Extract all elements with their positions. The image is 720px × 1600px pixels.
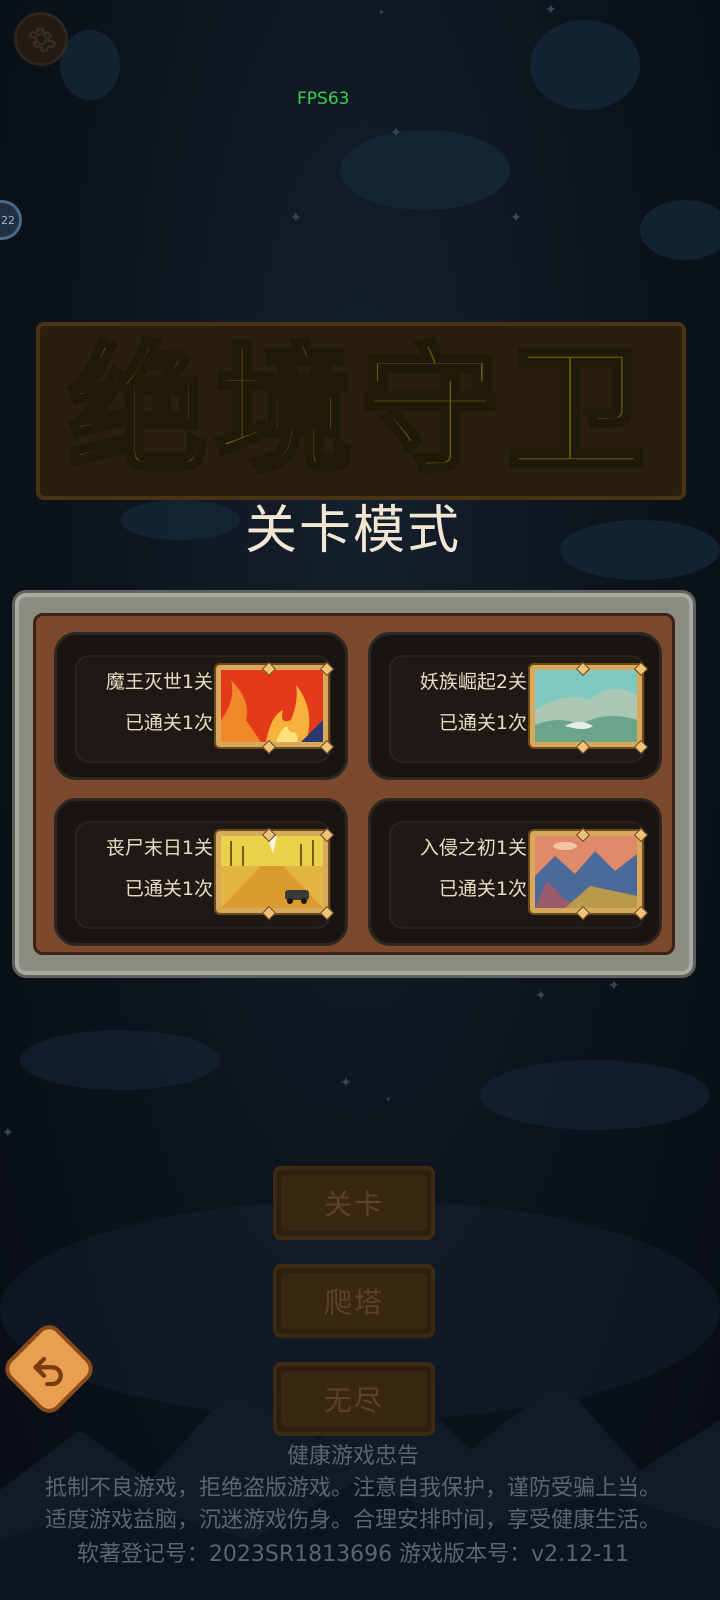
road-image xyxy=(221,836,323,908)
star: ✦ xyxy=(545,2,557,18)
levels-mode-label: 关卡 xyxy=(281,1175,427,1231)
level-card-demon-clan[interactable]: 妖族崛起2关 已通关1次 xyxy=(368,632,662,780)
level-name: 妖族崛起2关 xyxy=(419,671,527,693)
copyright-version-line: 软著登记号：2023SR1813696 游戏版本号：v2.12-11 xyxy=(76,1542,630,1567)
undo-arrow-icon xyxy=(33,1356,63,1387)
level-name: 魔王灭世1关 xyxy=(105,671,213,693)
level-card-zombie[interactable]: 丧尸末日1关 已通关1次 xyxy=(54,798,348,946)
level-thumbnail-road xyxy=(216,831,328,913)
cloud xyxy=(60,30,120,100)
health-notice-title: 健康游戏忠告 xyxy=(286,1444,419,1469)
health-notice-line-1: 抵制不良游戏，拒绝盗版游戏。注意自我保护，谨防受骗上当。 xyxy=(44,1476,661,1501)
gear-icon xyxy=(27,27,57,52)
level-select-board: 魔王灭世1关 已通关1次 妖族崛起2关 已通关1次 丧尸末日1关 已通关1次 入… xyxy=(33,613,675,955)
game-logo: 绝境守卫 xyxy=(36,322,686,500)
health-notice-line-2: 适度游戏益脑，沉迷游戏伤身。合理安排时间，享受健康生活。 xyxy=(44,1508,661,1533)
cloud xyxy=(640,200,720,260)
star: ✦ xyxy=(2,1125,14,1141)
tower-mode-label: 爬塔 xyxy=(281,1273,427,1329)
level-name: 入侵之初1关 xyxy=(419,837,527,859)
star: ✦ xyxy=(390,125,402,141)
level-thumbnail-valley xyxy=(530,665,642,747)
star: ✦ xyxy=(608,978,620,994)
level-clear-count: 已通关1次 xyxy=(124,712,213,734)
star: ✦ xyxy=(535,988,547,1004)
mountains-image xyxy=(535,836,637,908)
level-select-panel: 魔王灭世1关 已通关1次 妖族崛起2关 已通关1次 丧尸末日1关 已通关1次 入… xyxy=(12,590,696,978)
settings-button[interactable] xyxy=(14,12,68,66)
level-card-invasion[interactable]: 入侵之初1关 已通关1次 xyxy=(368,798,662,946)
game-logo-text: 绝境守卫 xyxy=(66,330,653,491)
cloud xyxy=(340,130,510,210)
levels-mode-button[interactable]: 关卡 xyxy=(273,1166,435,1240)
tower-mode-button[interactable]: 爬塔 xyxy=(273,1264,435,1338)
cloud xyxy=(20,1030,220,1090)
star: ✦ xyxy=(290,210,302,226)
endless-mode-button[interactable]: 无尽 xyxy=(273,1362,435,1436)
side-badge-number: 22 xyxy=(1,213,15,227)
valley-image xyxy=(535,670,637,742)
page-title: 关卡模式 xyxy=(244,501,461,561)
star: ✦ xyxy=(378,8,385,17)
fps-counter: FPS63 xyxy=(297,89,350,109)
star: ✦ xyxy=(510,210,522,226)
level-clear-count: 已通关1次 xyxy=(438,878,527,900)
cloud xyxy=(480,1060,710,1130)
fire-image xyxy=(221,670,323,742)
star: ✦ xyxy=(385,1095,392,1104)
level-thumbnail-fire xyxy=(216,665,328,747)
star: ✦ xyxy=(340,1075,352,1091)
cloud xyxy=(530,20,640,110)
endless-mode-label: 无尽 xyxy=(281,1371,427,1427)
level-name: 丧尸末日1关 xyxy=(105,837,213,859)
level-thumbnail-mountains xyxy=(530,831,642,913)
level-clear-count: 已通关1次 xyxy=(124,878,213,900)
level-card-demon[interactable]: 魔王灭世1关 已通关1次 xyxy=(54,632,348,780)
level-clear-count: 已通关1次 xyxy=(438,712,527,734)
